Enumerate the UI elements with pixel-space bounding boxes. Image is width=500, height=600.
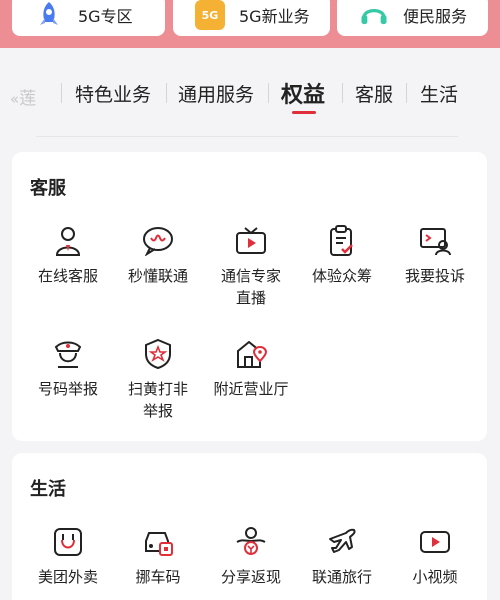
tab-partial-label: 莲: [19, 89, 37, 109]
active-tab-indicator: [292, 111, 316, 114]
double-chevron-left-icon: «: [10, 90, 20, 108]
car-qr-icon: [141, 525, 175, 559]
grid-item-online-service[interactable]: 在线客服: [22, 224, 114, 287]
shortcut-label: 5G新业务: [239, 7, 310, 26]
shortcut-5g-new-business[interactable]: 5G 5G新业务: [173, 0, 330, 36]
tab-back-partial[interactable]: «莲: [10, 84, 36, 109]
grid-item-label: 小视频: [412, 568, 458, 586]
grid-item-expert-live[interactable]: 通信专家 直播: [205, 224, 297, 309]
tab-divider: [166, 83, 167, 103]
tab-life[interactable]: 生活: [420, 80, 458, 107]
grid-item-label: 美团外卖: [37, 568, 98, 586]
section-title: 客服: [30, 178, 66, 199]
tab-special-business[interactable]: 特色业务: [75, 80, 151, 107]
meituan-kangaroo-icon: [51, 525, 85, 559]
grid-item-label: 秒懂联通: [127, 267, 188, 285]
grid-item-anti-porn-report[interactable]: 扫黄打非 举报: [112, 337, 204, 422]
grid-item-label: 附近营业厅: [213, 380, 289, 398]
rocket-icon: [34, 0, 64, 30]
grid-item-number-report[interactable]: 号码举报: [22, 337, 114, 400]
grid-item-nearby-store[interactable]: 附近营业厅: [205, 337, 297, 400]
grid-item-label: 通信专家 直播: [220, 267, 281, 307]
tv-play-icon: [234, 224, 268, 258]
5g-badge-text: 5G: [201, 8, 219, 22]
tab-divider: [406, 83, 407, 103]
grid-item-label: 联通旅行: [311, 568, 372, 586]
store-location-icon: [234, 337, 268, 371]
grid-item-understand-unicom[interactable]: 秒懂联通: [112, 224, 204, 287]
grid-item-car-qr[interactable]: 挪车码: [112, 525, 204, 588]
shortcut-5g-zone[interactable]: 5G专区: [12, 0, 165, 36]
grid-item-complaint[interactable]: 我要投诉: [389, 224, 481, 287]
grid-item-label: 体验众筹: [311, 267, 372, 285]
airplane-icon: [325, 525, 359, 559]
complaint-monitor-icon: [418, 224, 452, 258]
tab-general-services[interactable]: 通用服务: [178, 80, 254, 107]
shortcut-label: 5G专区: [78, 7, 133, 26]
grid-item-crowdfund[interactable]: 体验众筹: [296, 224, 388, 287]
tab-divider: [61, 83, 62, 103]
grid-item-share-cashback[interactable]: 分享返现: [205, 525, 297, 588]
grid-item-short-video[interactable]: 小视频: [389, 525, 481, 588]
tab-divider: [268, 83, 269, 103]
tab-divider: [342, 83, 343, 103]
tab-customer-service[interactable]: 客服: [355, 80, 393, 107]
category-tabs: «莲 特色业务 通用服务 权益 客服 生活: [0, 62, 500, 122]
person-icon: [51, 224, 85, 258]
life-section: 生活 美团外卖 挪车码 分享返现 联通旅行 小视频: [12, 453, 487, 600]
headset-icon: [359, 0, 389, 30]
grid-item-label: 号码举报: [37, 380, 98, 398]
grid-item-label: 在线客服: [37, 267, 98, 285]
grid-item-label: 分享返现: [220, 568, 281, 586]
grid-item-unicom-travel[interactable]: 联通旅行: [296, 525, 388, 588]
chat-bubble-icon: [141, 224, 175, 258]
5g-badge-icon: 5G: [195, 0, 225, 30]
tabs-divider-line: [36, 136, 458, 137]
shortcut-label: 便民服务: [403, 7, 468, 26]
share-cashback-icon: [234, 525, 268, 559]
tab-benefits[interactable]: 权益: [281, 77, 325, 109]
shortcut-convenience[interactable]: 便民服务: [337, 0, 488, 36]
grid-item-label: 挪车码: [135, 568, 181, 586]
video-camera-icon: [418, 525, 452, 559]
grid-item-label: 扫黄打非 举报: [127, 380, 188, 420]
customer-service-section: 客服 在线客服 秒懂联通 通信专家 直播 体验众筹 我要投诉 号码举报 扫黄打非…: [12, 152, 487, 441]
police-officer-icon: [51, 337, 85, 371]
section-title: 生活: [30, 479, 66, 500]
shield-star-icon: [141, 337, 175, 371]
grid-item-meituan[interactable]: 美团外卖: [22, 525, 114, 588]
grid-item-label: 我要投诉: [404, 267, 465, 285]
clipboard-check-icon: [325, 224, 359, 258]
